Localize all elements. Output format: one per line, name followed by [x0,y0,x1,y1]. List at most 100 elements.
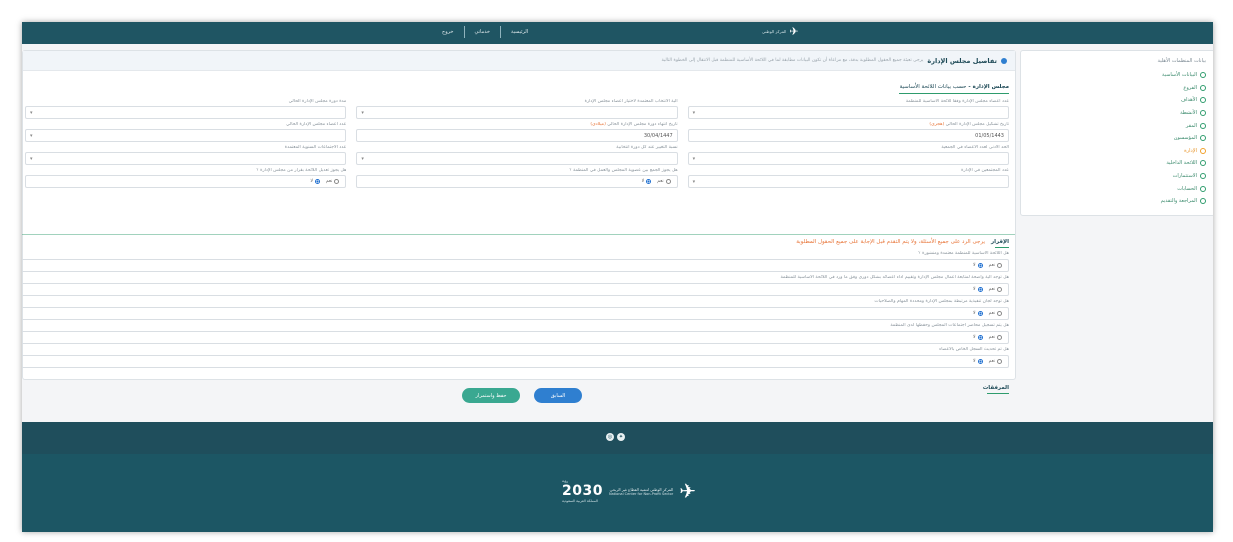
ncnp-english-name: National Center for Non-Profit Sector [608,491,674,496]
form-row: عدد المجتمعين في الإدارة ▾ هل يجوز الجمع ب… [25,168,1009,188]
form-field: هل يجوز الجمع بين عضوية المجلس والعمل في… [356,168,678,188]
declaration-question: هل توجد لجان تنفيذية مرتبطة بمجلس الإدار… [22,299,1009,320]
nav-home[interactable]: الرئيسية [511,29,528,35]
footer-social-bar: ◎ ✦ [22,422,1213,454]
field-select[interactable]: ▾ [25,106,347,119]
declaration-questions: هل اللائحة الأساسية للمنظمة معتمدة ومنشو… [22,251,1009,371]
radio-circle-icon[interactable] [314,179,320,184]
radio-circle-icon[interactable] [997,359,1002,364]
radio-yes[interactable]: نعم [989,311,1002,316]
radio-circle-icon[interactable] [665,179,671,184]
question-text: هل يتم تسجيل محاضر اجتماعات المجلس وحفظه… [890,323,1009,328]
field-select[interactable]: ▾ [687,152,1009,165]
step-item[interactable]: الإدارة [1029,145,1206,158]
step-status-icon [1200,72,1206,79]
step-item[interactable]: المراجعة والتقديم [1029,195,1206,208]
radio-circle-icon[interactable] [997,311,1002,316]
declaration-warning: يرجى الرد على جميع الأسئلة، ولا يتم التق… [796,239,986,245]
declaration-question: هل يتم تسجيل محاضر اجتماعات المجلس وحفظه… [22,323,1009,344]
radio-circle-icon[interactable] [997,287,1002,292]
field-select[interactable]: ▾ [687,106,1009,119]
field-value: 01/05/1443 [975,132,1004,139]
nav-services[interactable]: خدماتي [475,29,490,35]
radio-circle-icon[interactable] [646,179,652,184]
yes-no-radio-group: نعم لا [356,175,678,188]
step-label: المؤسسون [1173,135,1197,142]
radio-circle-icon[interactable] [977,263,983,268]
save-continue-button[interactable]: حفظ واستمرار [462,388,520,403]
section-title-main: مجلس الإدارة [972,84,1009,90]
radio-no[interactable]: لا [310,179,320,184]
radio-label: لا [973,287,976,292]
twitter-icon[interactable]: ✦ [617,433,625,441]
chevron-down-icon: ▾ [30,109,33,116]
radio-yes[interactable]: نعم [989,335,1002,340]
step-item[interactable]: اللائحة الداخلية [1029,157,1206,170]
radio-no[interactable]: لا [973,287,983,292]
radio-circle-icon[interactable] [997,335,1002,340]
step-item[interactable]: الحسابات [1029,182,1206,195]
field-label-text: عدد أعضاء مجلس الإدارة الحالي [286,122,347,127]
field-label: عدد أعضاء مجلس الإدارة وفقاً للائحة الأس… [688,99,1009,106]
step-item[interactable]: الأهداف [1029,94,1206,107]
question-text: هل اللائحة الأساسية للمنظمة معتمدة ومنشو… [918,251,1009,256]
chevron-down-icon: ▾ [361,109,364,116]
radio-no[interactable]: لا [973,311,983,316]
chevron-down-icon: ▾ [692,109,696,116]
radio-no[interactable]: لا [973,335,983,340]
field-label: عدد أعضاء مجلس الإدارة الحالي [25,122,346,129]
header-logo[interactable]: المركز الوطني ✈ [762,25,799,38]
step-item[interactable]: الفروع [1029,82,1206,95]
section-subtitle: حسب بيانات اللائحة الأساسية [899,84,967,90]
step-status-icon [1200,198,1206,205]
form-field: تاريخ انتهاء دورة مجلس الإدارة الحالي (م… [356,122,678,142]
field-select[interactable]: ▾ [687,175,1009,188]
radio-yes[interactable]: نعم [326,179,340,184]
steps-list: البيانات الأساسية الفروع الأهداف الأنشطة الم… [1029,69,1206,208]
radio-yes[interactable]: نعم [989,359,1002,364]
previous-button[interactable]: السابق [534,388,582,403]
step-item[interactable]: المقر [1029,119,1206,132]
step-status-icon [1200,84,1206,91]
step-item[interactable]: الاستثمارات [1029,170,1206,183]
step-status-icon [1200,97,1206,104]
radio-yes[interactable]: نعم [989,263,1002,268]
nav-logout[interactable]: خروج [442,29,454,35]
radio-circle-icon[interactable] [977,311,983,316]
field-label: عدد المجتمعين في الإدارة [688,168,1009,175]
radio-circle-icon[interactable] [977,335,983,340]
radio-circle-icon[interactable] [977,287,983,292]
field-input[interactable]: 30/04/1447 [356,129,678,142]
field-input[interactable]: 01/05/1443 [687,129,1009,142]
field-label-text: مدة دورة مجلس الإدارة الحالي [288,99,347,104]
step-item[interactable]: البيانات الأساسية [1029,69,1206,82]
form-row: عدد أعضاء مجلس الإدارة وفقاً للائحة الأس… [25,99,1009,119]
field-label-text: تاريخ تشكيل مجلس الإدارة الحالي [945,122,1009,127]
radio-no[interactable]: لا [642,179,652,184]
step-item[interactable]: المؤسسون [1029,132,1206,145]
step-item[interactable]: الأنشطة [1029,107,1206,120]
form-field: هل يجوز تعديل اللائحة بقرار من مجلس الإد… [25,168,347,188]
radio-circle-icon[interactable] [334,179,340,184]
radio-no[interactable]: لا [973,359,983,364]
instagram-icon[interactable]: ◎ [606,433,614,441]
field-label-text: الحد الأدنى لعدد الأعضاء في الجمعية [941,145,1009,150]
field-select[interactable]: ▾ [25,152,347,165]
field-select[interactable]: ▾ [356,152,678,165]
vision-number: 2030 [562,483,603,499]
radio-yes[interactable]: نعم [657,179,671,184]
radio-no[interactable]: لا [973,263,983,268]
nav-separator [499,26,501,38]
radio-circle-icon[interactable] [977,359,983,364]
vision-sub-label: المملكة العربية السعودية [562,499,598,503]
steps-panel-title: بيانات المنظمات الأهلية [1157,58,1206,64]
radio-circle-icon[interactable] [997,263,1002,268]
form-row: تاريخ تشكيل مجلس الإدارة الحالي (هجري) 01… [25,122,1009,142]
field-date-type-hint: (هجري) [929,122,945,127]
step-label: الحسابات [1177,185,1197,192]
field-select[interactable]: ▾ [356,106,678,119]
radio-yes[interactable]: نعم [989,287,1002,292]
social-links: ◎ ✦ [606,433,625,441]
field-select[interactable]: ▾ [25,129,347,142]
field-value: 30/04/1447 [643,132,673,139]
